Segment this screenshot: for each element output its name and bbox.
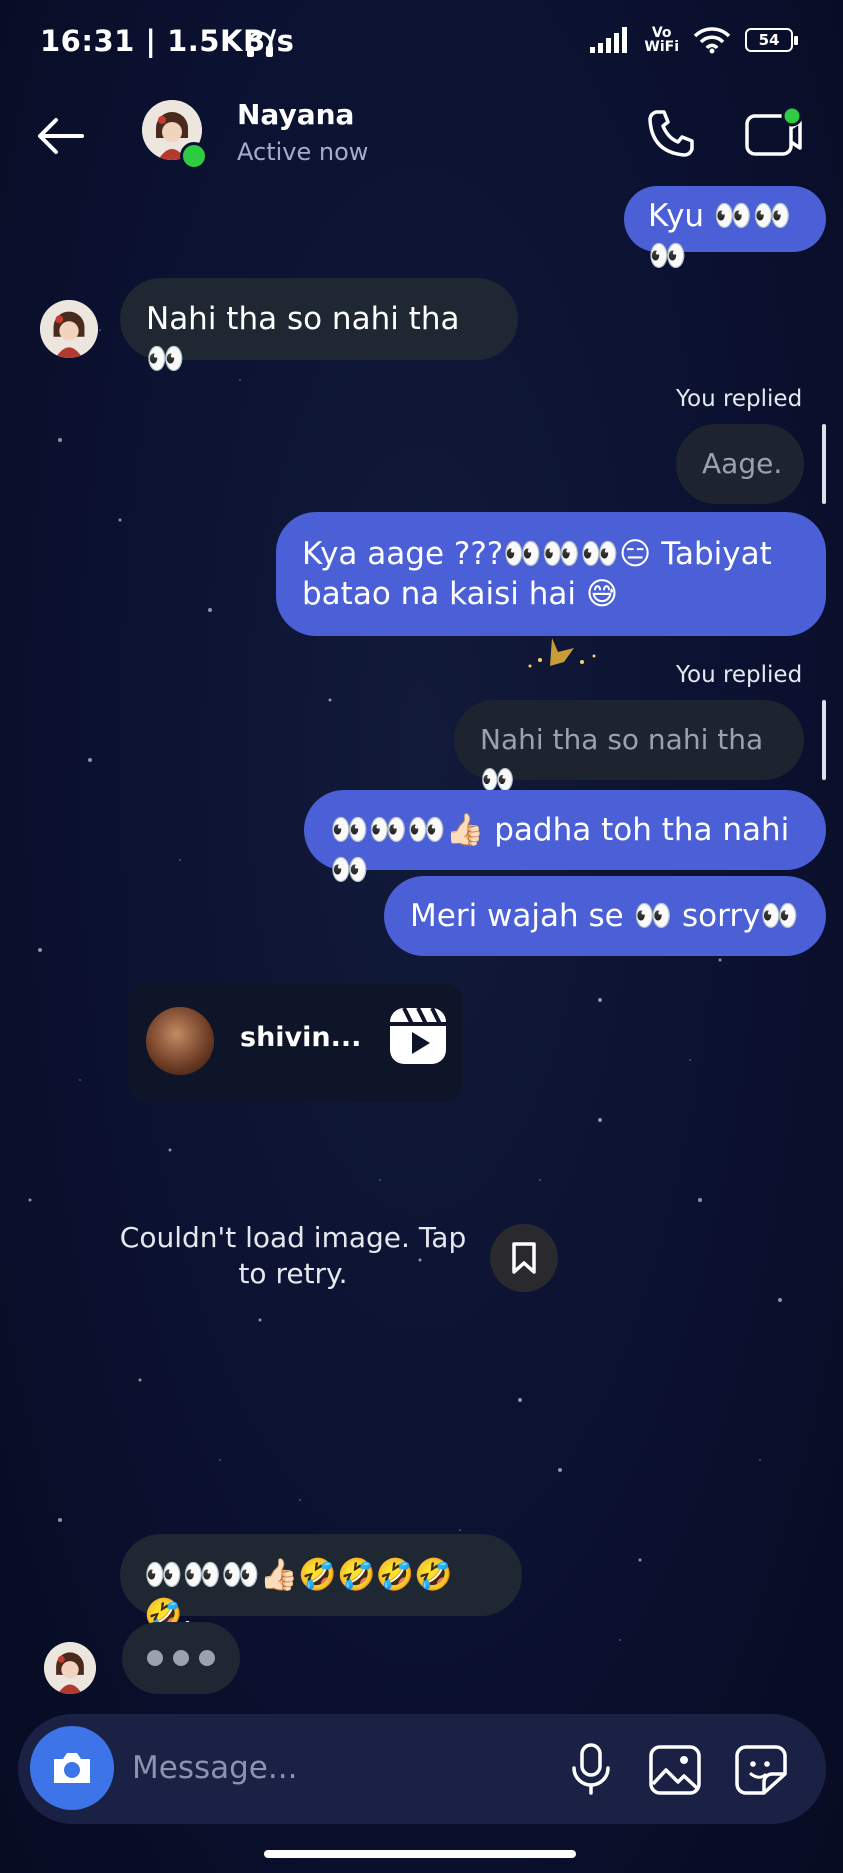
mic-icon[interactable] [566,1742,616,1796]
sender-avatar[interactable] [40,300,98,358]
contact-name[interactable]: Nayana [237,98,354,131]
you-replied-label: You replied [676,662,803,688]
bookmark-button[interactable] [490,1224,558,1292]
home-indicator[interactable] [264,1850,576,1858]
signal-icon [590,27,628,53]
reel-icon [390,1007,446,1064]
quoted-message[interactable]: Aage. [676,424,804,504]
camera-icon [54,1753,90,1783]
message-incoming[interactable]: 👀👀👀👍🏻🤣🤣🤣🤣🤣. [120,1534,522,1633]
quoted-message[interactable]: Nahi tha so nahi tha👀 [454,700,804,796]
video-call-icon[interactable] [744,106,804,160]
reply-indicator-bar [822,700,826,780]
reel-username[interactable]: shivin... [240,1022,361,1053]
vowifi-label: Vo WiFi [644,25,679,55]
gallery-icon[interactable] [648,1744,702,1796]
image-load-error[interactable]: Couldn't load image. Tap to retry. [118,1220,468,1292]
bookmark-icon [512,1242,536,1274]
message-input[interactable] [130,1746,554,1790]
message-outgoing[interactable]: Kyu 👀👀👀 [624,186,826,274]
back-arrow-icon[interactable] [34,110,86,162]
phone-icon[interactable] [644,106,698,160]
contact-status: Active now [237,138,369,166]
sender-avatar[interactable] [44,1642,96,1694]
sticker-icon[interactable] [734,1744,788,1796]
status-icons: Vo WiFi 54 [590,25,798,55]
battery-icon: 54 [745,28,798,52]
message-outgoing[interactable]: Kya aage ???👀👀👀😑 Tabiyat batao na kaisi … [276,512,826,636]
sparkle-effect [528,638,596,668]
message-outgoing[interactable]: Meri wajah se 👀 sorry👀 [384,876,826,956]
typing-indicator [122,1622,240,1694]
you-replied-label: You replied [676,386,803,412]
reply-indicator-bar [822,424,826,504]
message-outgoing[interactable]: 👀👀👀👍🏻 padha toh tha nahi 👀 [304,790,826,888]
wifi-icon [693,27,731,54]
camera-button[interactable] [30,1726,114,1810]
message-incoming[interactable]: Nahi tha so nahi tha👀 [120,278,518,377]
headphones-icon [247,31,273,57]
reel-author-avatar[interactable] [146,1007,214,1075]
online-indicator [180,142,208,170]
